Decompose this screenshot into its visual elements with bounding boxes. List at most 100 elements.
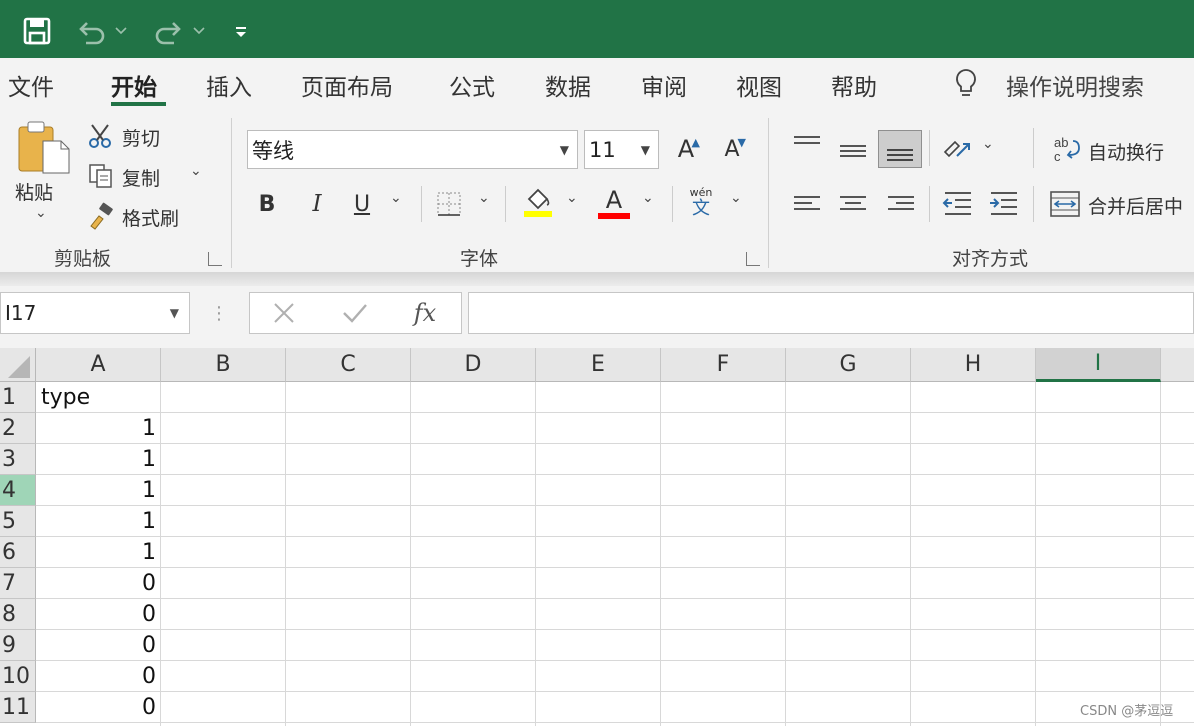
increase-indent-icon[interactable]: [986, 186, 1022, 222]
cell-a10[interactable]: 0: [41, 661, 156, 692]
align-top-icon[interactable]: [788, 128, 826, 164]
column-header-e[interactable]: E: [536, 348, 661, 382]
insert-function-button[interactable]: fx: [404, 296, 446, 330]
cell-a7[interactable]: 0: [41, 568, 156, 599]
format-painter-label[interactable]: 格式刷: [122, 204, 179, 231]
tab-file[interactable]: 文件: [8, 68, 54, 102]
bold-button[interactable]: B: [252, 188, 282, 220]
row-header[interactable]: 9: [0, 630, 36, 661]
align-middle-icon[interactable]: [834, 132, 872, 168]
tab-insert[interactable]: 插入: [206, 68, 252, 102]
cell-a11[interactable]: 0: [41, 692, 156, 723]
column-header-d[interactable]: D: [411, 348, 536, 382]
row-header[interactable]: 1: [0, 382, 36, 413]
font-launcher-icon[interactable]: [746, 252, 760, 266]
save-icon[interactable]: [22, 14, 52, 48]
row-header[interactable]: 4: [0, 475, 36, 506]
tab-data[interactable]: 数据: [545, 68, 591, 102]
row-header[interactable]: 10: [0, 661, 36, 692]
row-header[interactable]: 8: [0, 599, 36, 630]
tab-home[interactable]: 开始: [111, 68, 157, 102]
row-header[interactable]: 7: [0, 568, 36, 599]
select-all-corner[interactable]: [0, 348, 36, 382]
font-name-dropdown-icon[interactable]: ▼: [560, 131, 569, 169]
tab-view[interactable]: 视图: [736, 68, 782, 102]
tab-page-layout[interactable]: 页面布局: [301, 68, 393, 102]
column-header-a[interactable]: A: [36, 348, 161, 382]
copy-dropdown-icon[interactable]: ⌄: [190, 163, 202, 179]
column-header-c[interactable]: C: [286, 348, 411, 382]
align-right-icon[interactable]: [882, 186, 920, 222]
orientation-dropdown-icon[interactable]: ⌄: [982, 136, 994, 152]
tab-formulas[interactable]: 公式: [449, 68, 495, 102]
row-header[interactable]: 3: [0, 444, 36, 475]
decrease-indent-icon[interactable]: [940, 186, 976, 222]
phonetic-dropdown-icon[interactable]: ⌄: [730, 190, 742, 206]
column-header-f[interactable]: F: [661, 348, 786, 382]
cell-a3[interactable]: 1: [41, 444, 156, 475]
column-header-b[interactable]: B: [161, 348, 286, 382]
row-header[interactable]: 11: [0, 692, 36, 723]
format-painter-icon[interactable]: [86, 202, 116, 230]
cut-label[interactable]: 剪切: [122, 124, 160, 151]
cell-a2[interactable]: 1: [41, 413, 156, 444]
font-color-icon[interactable]: A: [597, 183, 631, 223]
grow-font-button[interactable]: A ▲: [672, 132, 700, 166]
clipboard-launcher-icon[interactable]: [208, 252, 222, 266]
scissors-icon[interactable]: [86, 122, 116, 150]
align-center-icon[interactable]: [834, 186, 872, 222]
row-header[interactable]: 5: [0, 506, 36, 537]
fill-color-dropdown-icon[interactable]: ⌄: [566, 190, 578, 206]
formula-bar-grip-icon[interactable]: ⋮: [210, 300, 228, 326]
underline-dropdown-icon[interactable]: ⌄: [390, 190, 402, 206]
cell-a9[interactable]: 0: [41, 630, 156, 661]
shrink-font-button[interactable]: A ▼: [718, 132, 746, 166]
merge-center-icon[interactable]: [1048, 188, 1082, 220]
cell-a4[interactable]: 1: [41, 475, 156, 506]
column-header-g[interactable]: G: [786, 348, 911, 382]
fill-color-icon[interactable]: [520, 185, 556, 219]
orientation-icon[interactable]: [940, 130, 974, 166]
column-header-h[interactable]: H: [911, 348, 1036, 382]
redo-icon[interactable]: [150, 14, 210, 48]
row-header[interactable]: 6: [0, 537, 36, 568]
alignment-group-label: 对齐方式: [952, 248, 1029, 270]
copy-label[interactable]: 复制: [122, 164, 160, 191]
customize-quick-access-icon[interactable]: [234, 14, 248, 48]
copy-icon[interactable]: [86, 162, 116, 190]
confirm-entry-icon[interactable]: [338, 298, 372, 328]
font-size-dropdown-icon[interactable]: ▼: [641, 131, 650, 169]
paste-icon[interactable]: [12, 118, 74, 178]
cell-a6[interactable]: 1: [41, 537, 156, 568]
tell-me-search[interactable]: 操作说明搜索: [1006, 68, 1144, 102]
cancel-entry-icon[interactable]: [268, 298, 300, 328]
italic-button[interactable]: I: [302, 188, 332, 220]
undo-icon[interactable]: [76, 14, 130, 48]
wrap-text-label[interactable]: 自动换行: [1088, 138, 1164, 165]
paste-dropdown-icon[interactable]: ⌄: [35, 205, 47, 221]
tab-help[interactable]: 帮助: [831, 68, 877, 102]
name-box-dropdown-icon[interactable]: ▼: [170, 306, 179, 320]
formula-input[interactable]: [468, 292, 1194, 334]
name-box[interactable]: I17 ▼: [0, 292, 190, 334]
cell-a8[interactable]: 0: [41, 599, 156, 630]
borders-icon[interactable]: [433, 188, 465, 220]
align-left-icon[interactable]: [788, 186, 826, 222]
phonetic-guide-icon[interactable]: wén 文: [684, 185, 718, 221]
align-bottom-icon[interactable]: [878, 130, 922, 168]
borders-dropdown-icon[interactable]: ⌄: [478, 190, 490, 206]
font-size-box[interactable]: 11 ▼: [584, 130, 659, 169]
wrap-text-icon[interactable]: ab c: [1050, 132, 1082, 166]
align-divider: [1033, 186, 1034, 222]
column-header-next[interactable]: [1161, 348, 1194, 382]
font-name-box[interactable]: 等线 ▼: [247, 130, 578, 169]
row-header[interactable]: 2: [0, 413, 36, 444]
underline-button[interactable]: U: [347, 188, 377, 220]
cell-a5[interactable]: 1: [41, 506, 156, 537]
font-color-dropdown-icon[interactable]: ⌄: [642, 190, 654, 206]
cell-a1[interactable]: type: [41, 382, 156, 413]
column-header-i[interactable]: I: [1036, 348, 1161, 382]
merge-center-label[interactable]: 合并后居中: [1088, 192, 1183, 219]
paste-label[interactable]: 粘贴: [15, 178, 53, 205]
tab-review[interactable]: 审阅: [641, 68, 687, 102]
